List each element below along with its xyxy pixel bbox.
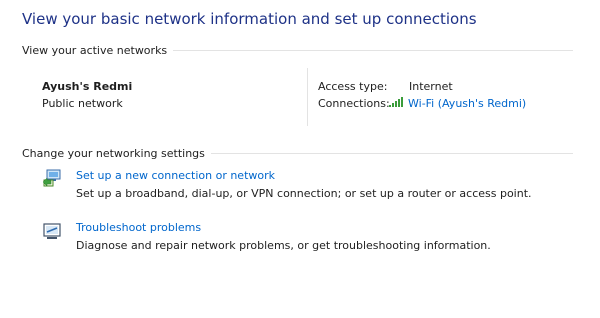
section-divider: [173, 49, 573, 51]
network-setup-icon: [42, 169, 61, 187]
troubleshoot-icon: [43, 223, 61, 239]
access-type-label: Access type:: [318, 80, 388, 93]
setup-connection-link[interactable]: Set up a new connection or network: [76, 169, 275, 182]
section-divider: [210, 152, 573, 154]
setup-connection-description: Set up a broadband, dial-up, or VPN conn…: [76, 187, 532, 200]
network-type: Public network: [42, 97, 123, 110]
page-title: View your basic network information and …: [22, 10, 477, 28]
settings-header: Change your networking settings: [22, 145, 573, 161]
access-type-value: Internet: [409, 80, 453, 93]
network-name: Ayush's Redmi: [42, 80, 133, 93]
troubleshoot-link[interactable]: Troubleshoot problems: [76, 221, 201, 234]
settings-heading: Change your networking settings: [22, 146, 205, 160]
troubleshoot-description: Diagnose and repair network problems, or…: [76, 239, 491, 252]
connections-label: Connections:: [318, 97, 390, 110]
connection-link[interactable]: Wi-Fi (Ayush's Redmi): [408, 97, 526, 110]
active-networks-heading: View your active networks: [22, 43, 168, 57]
vertical-divider: [307, 68, 308, 126]
active-networks-header: View your active networks: [22, 42, 573, 58]
wifi-signal-icon: [389, 97, 403, 107]
